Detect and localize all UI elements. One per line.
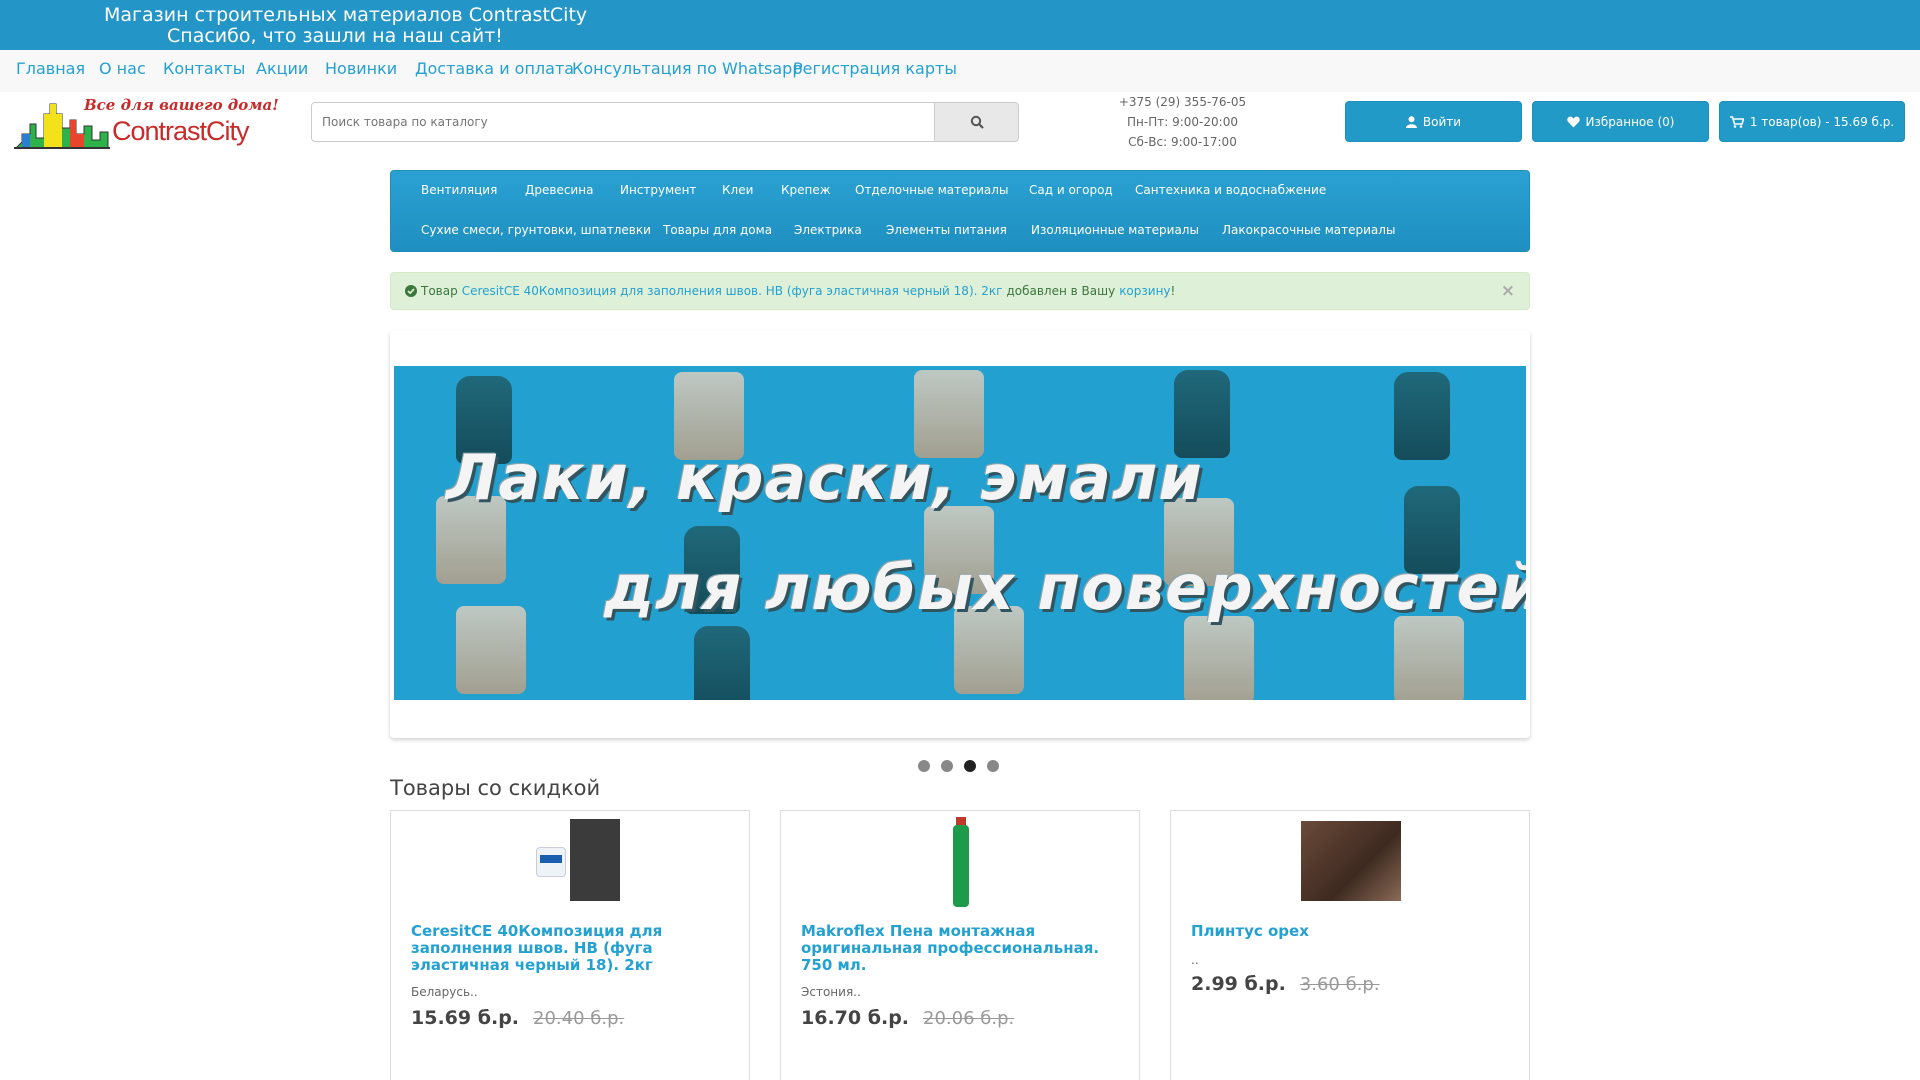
site-logo[interactable]: Все для вашего дома! ContrastCity [14, 94, 284, 152]
category-wood[interactable]: Древесина [525, 183, 593, 197]
slideshow-pagination [918, 760, 999, 772]
product-price-row: 2.99 б.р. 3.60 б.р. [1191, 973, 1380, 995]
product-description: Беларусь.. [411, 985, 478, 999]
product-price: 2.99 б.р. [1191, 973, 1286, 995]
nav-contacts[interactable]: Контакты [163, 59, 245, 78]
nav-promotions[interactable]: Акции [256, 59, 308, 78]
search-input[interactable] [312, 103, 934, 141]
category-paints[interactable]: Лакокрасочные материалы [1222, 223, 1395, 237]
category-insulation[interactable]: Изоляционные материалы [1031, 223, 1199, 237]
user-icon [1405, 115, 1417, 128]
close-icon[interactable]: × [1501, 281, 1515, 301]
cart-icon [1729, 115, 1744, 128]
product-image[interactable] [1301, 821, 1401, 901]
banner-headline-1: Лаки, краски, эмали [446, 441, 1203, 514]
product-title[interactable]: Makroflex Пена монтажная оригинальная пр… [801, 923, 1121, 974]
login-button[interactable]: Войти [1345, 101, 1522, 142]
promo-slideshow[interactable]: Лаки, краски, эмали для любых поверхност… [390, 330, 1530, 738]
category-household[interactable]: Товары для дома [663, 223, 772, 237]
category-garden[interactable]: Сад и огород [1029, 183, 1113, 197]
alert-product-link[interactable]: CeresitCE 40Композиция для заполнения шв… [462, 284, 1003, 298]
category-ventilation[interactable]: Вентиляция [421, 183, 497, 197]
phone-number[interactable]: +375 (29) 355-76-05 [1090, 92, 1275, 112]
nav-about[interactable]: О нас [99, 59, 146, 78]
product-description: Эстония.. [801, 985, 861, 999]
category-glue[interactable]: Клеи [722, 183, 753, 197]
category-dry-mixes[interactable]: Сухие смеси, грунтовки, шпатлевки [421, 223, 651, 237]
store-title: Магазин строительных материалов Contrast… [104, 4, 588, 26]
cart-button[interactable]: 1 товар(ов) - 15.69 б.р. [1719, 101, 1905, 142]
alert-suffix: ! [1170, 284, 1176, 298]
nav-new-items[interactable]: Новинки [325, 59, 397, 78]
nav-whatsapp-consultation[interactable]: Консультация по Whatsapp [572, 59, 802, 78]
product-price-row: 16.70 б.р. 20.06 б.р. [801, 1007, 1014, 1029]
wishlist-label: Избранное (0) [1585, 114, 1675, 129]
heart-icon [1566, 116, 1580, 127]
slide-dot-1[interactable] [918, 760, 930, 772]
product-price: 15.69 б.р. [411, 1007, 520, 1029]
product-price-row: 15.69 б.р. 20.40 б.р. [411, 1007, 624, 1029]
success-alert: Товар CeresitCE 40Композиция для заполне… [390, 272, 1530, 310]
category-fasteners[interactable]: Крепеж [781, 183, 831, 197]
nav-home[interactable]: Главная [16, 59, 85, 78]
category-finishing[interactable]: Отделочные материалы [855, 183, 1008, 197]
product-image[interactable] [526, 819, 620, 903]
product-image[interactable] [951, 817, 971, 907]
logo-name: ContrastCity [112, 116, 250, 146]
section-title: Товары со скидкой [390, 776, 601, 800]
promo-banner-image[interactable]: Лаки, краски, эмали для любых поверхност… [394, 366, 1526, 700]
category-tools[interactable]: Инструмент [620, 183, 696, 197]
slide-dot-3-active[interactable] [964, 760, 976, 772]
slide-dot-2[interactable] [941, 760, 953, 772]
check-circle-icon [405, 285, 417, 297]
slide-dot-4[interactable] [987, 760, 999, 772]
product-title[interactable]: Плинтус орех [1191, 923, 1511, 940]
alert-middle: добавлен в Вашу [1006, 284, 1116, 298]
welcome-text: Спасибо, что зашли на наш сайт! [167, 25, 503, 47]
logo-slogan: Все для вашего дома! [84, 96, 279, 114]
site-header-banner: Магазин строительных материалов Contrast… [0, 0, 1920, 50]
product-card: Makroflex Пена монтажная оригинальная пр… [780, 810, 1140, 1080]
nav-card-registration[interactable]: Регистрация карты [793, 59, 957, 78]
category-batteries[interactable]: Элементы питания [886, 223, 1007, 237]
category-menu: Вентиляция Древесина Инструмент Клеи Кре… [390, 170, 1530, 252]
search-button[interactable] [934, 102, 1019, 142]
banner-headline-2: для любых поверхностей [604, 551, 1526, 624]
alert-cart-link[interactable]: корзину [1119, 284, 1170, 298]
product-card: Плинтус орех .. 2.99 б.р. 3.60 б.р. [1170, 810, 1530, 1080]
main-nav: Главная О нас Контакты Акции Новинки Дос… [0, 50, 1920, 92]
product-old-price: 20.40 б.р. [533, 1008, 625, 1029]
cart-label: 1 товар(ов) - 15.69 б.р. [1749, 114, 1895, 129]
product-old-price: 20.06 б.р. [923, 1008, 1015, 1029]
product-title[interactable]: CeresitCE 40Композиция для заполнения шв… [411, 923, 731, 974]
product-description: .. [1191, 953, 1199, 967]
category-electrics[interactable]: Электрика [794, 223, 862, 237]
product-price: 16.70 б.р. [801, 1007, 910, 1029]
contact-info: +375 (29) 355-76-05 Пн-Пт: 9:00-20:00 Сб… [1090, 92, 1275, 152]
alert-prefix: Товар [421, 284, 458, 298]
search-icon [970, 115, 984, 129]
hours-weekdays: Пн-Пт: 9:00-20:00 [1127, 115, 1238, 129]
hours-weekend: Сб-Вс: 9:00-17:00 [1128, 135, 1237, 149]
product-old-price: 3.60 б.р. [1299, 974, 1380, 995]
wishlist-button[interactable]: Избранное (0) [1532, 101, 1709, 142]
product-card: CeresitCE 40Композиция для заполнения шв… [390, 810, 750, 1080]
search-bar [311, 102, 1019, 142]
nav-delivery-payment[interactable]: Доставка и оплата [415, 59, 574, 78]
category-plumbing[interactable]: Сантехника и водоснабжение [1135, 183, 1326, 197]
login-label: Войти [1422, 114, 1462, 129]
